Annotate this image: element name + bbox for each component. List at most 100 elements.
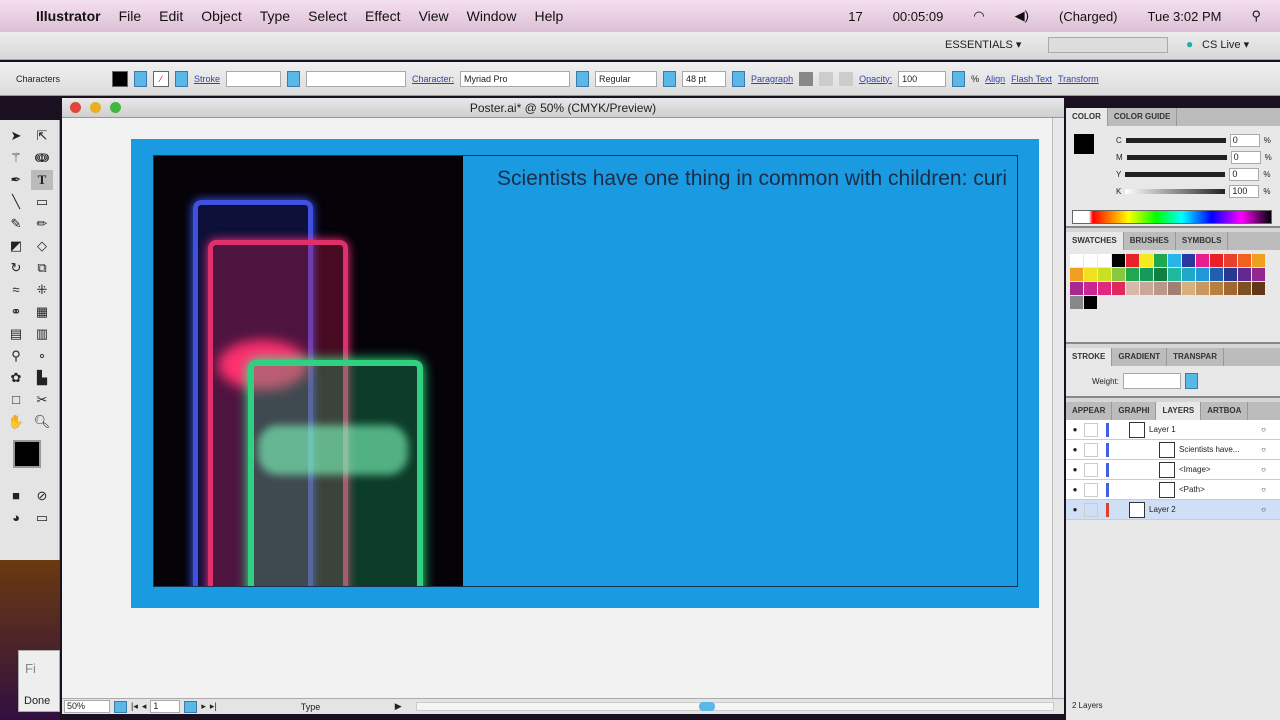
font-dropdown[interactable]	[576, 70, 590, 87]
zoom-button[interactable]	[110, 102, 121, 113]
lock-toggle[interactable]	[1084, 482, 1098, 497]
color-mode-icon[interactable]: ■	[5, 486, 27, 506]
weight-dropdown[interactable]	[1184, 373, 1198, 389]
align-left-icon[interactable]	[799, 71, 814, 86]
direct-selection-tool-icon[interactable]: ⇱	[31, 126, 53, 146]
spotlight-icon[interactable]: ⚲	[1251, 8, 1261, 24]
rotate-tool-icon[interactable]: ↻	[5, 258, 27, 278]
target-circle-icon[interactable]: ○	[1261, 485, 1266, 494]
menu-type[interactable]: Type	[260, 8, 290, 24]
opacity-link[interactable]: Opacity:	[859, 74, 892, 84]
volume-icon[interactable]: ◀)	[1015, 8, 1029, 24]
swatch[interactable]	[1168, 282, 1181, 295]
visibility-eye-icon[interactable]: ●	[1066, 465, 1084, 474]
transform-link[interactable]: Transform	[1058, 74, 1099, 84]
align-center-icon[interactable]	[819, 71, 834, 86]
layer-row[interactable]: ● <Image> ○	[1066, 460, 1280, 480]
swatch[interactable]	[1112, 282, 1125, 295]
stroke-weight-input[interactable]	[226, 70, 282, 87]
align-right-icon[interactable]	[839, 71, 854, 86]
vertical-scrollbar[interactable]	[1052, 118, 1064, 698]
stroke-link[interactable]: Stroke	[194, 74, 220, 84]
layer-name[interactable]: Layer 2	[1149, 505, 1261, 514]
stroke-swatch[interactable]: ⁄	[153, 70, 169, 87]
last-artboard-button[interactable]: ▸|	[210, 701, 217, 712]
layer-row[interactable]: ● <Path> ○	[1066, 480, 1280, 500]
style-dropdown[interactable]	[663, 70, 677, 87]
paragraph-link[interactable]: Paragraph	[751, 74, 793, 84]
eyedropper-icon[interactable]: ⚲	[5, 346, 27, 366]
swatch[interactable]	[1126, 282, 1139, 295]
menu-window[interactable]: Window	[467, 8, 517, 24]
swatch[interactable]	[1224, 254, 1237, 267]
horizontal-scrollbar[interactable]	[415, 702, 1054, 711]
swatch[interactable]	[1154, 268, 1167, 281]
layer-row[interactable]: ● Layer 2 ○	[1066, 500, 1280, 520]
zoom-input[interactable]: 50%	[64, 700, 110, 713]
layer-name[interactable]: Scientists have...	[1179, 445, 1261, 454]
status-num[interactable]: 17	[848, 9, 862, 24]
target-circle-icon[interactable]: ○	[1261, 505, 1266, 514]
yellow-input[interactable]: 0	[1229, 168, 1260, 181]
layer-name[interactable]: Layer 1	[1149, 425, 1261, 434]
visibility-eye-icon[interactable]: ●	[1066, 425, 1084, 434]
swatch[interactable]	[1084, 268, 1097, 281]
target-circle-icon[interactable]: ○	[1261, 425, 1266, 434]
swatch[interactable]	[1098, 282, 1111, 295]
menu-help[interactable]: Help	[534, 8, 563, 24]
font-size-input[interactable]: 48 pt	[682, 70, 727, 87]
swatch[interactable]	[1238, 268, 1251, 281]
yellow-slider-row[interactable]: Y 0%	[1066, 166, 1280, 183]
menu-effect[interactable]: Effect	[365, 8, 401, 24]
character-link[interactable]: Character:	[412, 74, 454, 84]
blend-tool-icon[interactable]: ∘	[31, 346, 53, 366]
pencil-icon[interactable]: ✏	[31, 214, 53, 234]
first-artboard-button[interactable]: |◂	[131, 701, 138, 712]
perspective-grid-icon[interactable]: ▦	[31, 302, 53, 322]
done-button[interactable]: Done	[24, 695, 50, 707]
visibility-eye-icon[interactable]: ●	[1066, 485, 1084, 494]
symbol-sprayer-icon[interactable]: ✿	[5, 368, 27, 388]
tab-stroke[interactable]: STROKE	[1066, 348, 1113, 366]
swatch[interactable]	[1070, 254, 1083, 267]
stroke-weight-dropdown[interactable]	[287, 70, 301, 87]
fill-swatch[interactable]	[112, 70, 128, 87]
swatch[interactable]	[1140, 268, 1153, 281]
menu-app[interactable]: Illustrator	[36, 8, 101, 24]
swatch[interactable]	[1126, 254, 1139, 267]
artboard-tool-icon[interactable]: □	[5, 390, 27, 410]
headline-text[interactable]: Scientists have one thing in common with…	[497, 167, 1047, 191]
swatch[interactable]	[1238, 282, 1251, 295]
swatch[interactable]	[1252, 282, 1265, 295]
swatch[interactable]	[1070, 282, 1083, 295]
none-mode-icon[interactable]: ⊘	[31, 486, 53, 506]
swatch[interactable]	[1210, 268, 1223, 281]
fill-color-swatch[interactable]	[13, 440, 41, 468]
lasso-icon[interactable]: ↈ	[31, 148, 53, 168]
search-input[interactable]	[1048, 37, 1168, 53]
target-circle-icon[interactable]: ○	[1261, 445, 1266, 454]
swatch[interactable]	[1140, 282, 1153, 295]
lock-toggle[interactable]	[1084, 442, 1098, 457]
swatch[interactable]	[1210, 282, 1223, 295]
swatch[interactable]	[1196, 254, 1209, 267]
paintbrush-icon[interactable]: ✎	[5, 214, 27, 234]
wifi-icon[interactable]: ◠	[973, 8, 984, 24]
tab-swatches[interactable]: SWATCHES	[1066, 232, 1124, 250]
cyan-slider-row[interactable]: C 0%	[1066, 132, 1280, 149]
magenta-slider-row[interactable]: M 0%	[1066, 149, 1280, 166]
zoom-dropdown[interactable]	[114, 700, 127, 713]
mesh-tool-icon[interactable]: ▤	[5, 324, 27, 344]
menu-edit[interactable]: Edit	[159, 8, 183, 24]
tab-graphic-styles[interactable]: GRAPHI	[1112, 402, 1157, 420]
battery[interactable]: (Charged)	[1059, 9, 1118, 24]
opacity-dropdown[interactable]	[952, 70, 966, 87]
swatch[interactable]	[1154, 254, 1167, 267]
clock[interactable]: Tue 3:02 PM	[1148, 9, 1222, 24]
swatch[interactable]	[1224, 282, 1237, 295]
swatch[interactable]	[1210, 254, 1223, 267]
rectangle-tool-icon[interactable]: ▭	[31, 192, 53, 212]
lock-toggle[interactable]	[1084, 422, 1098, 437]
tab-color[interactable]: COLOR	[1066, 108, 1108, 126]
swatch[interactable]	[1252, 268, 1265, 281]
